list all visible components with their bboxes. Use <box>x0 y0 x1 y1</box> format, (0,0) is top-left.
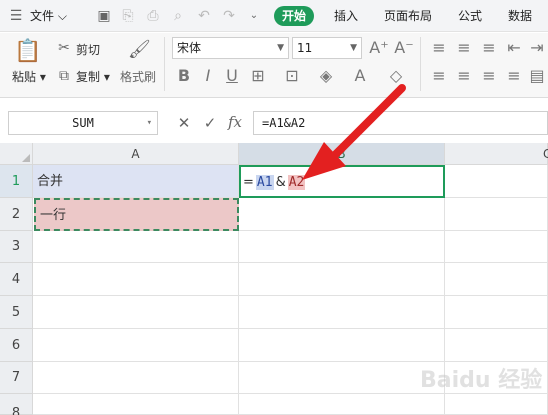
row-header-7[interactable]: 7 <box>0 362 33 394</box>
font-name-value: 宋体 <box>177 41 202 55</box>
cell-b3[interactable] <box>239 231 445 263</box>
ribbon: 📋 粘贴 ▾ ✂ 剪切 ⧉ 复制 ▾ 🖌 格式刷 宋体 ▼ 11 ▼ A⁺ A⁻ B… <box>0 33 548 98</box>
row-header-4[interactable]: 4 <box>0 263 33 296</box>
row-header-5[interactable]: 5 <box>0 296 33 329</box>
cell-c4[interactable] <box>445 263 548 296</box>
bold-icon[interactable]: B <box>174 66 194 86</box>
font-size-select[interactable]: 11 ▼ <box>292 37 362 59</box>
divider <box>164 37 165 91</box>
row-header-6[interactable]: 6 <box>0 329 33 362</box>
select-all-corner[interactable] <box>0 143 33 165</box>
decrease-font-icon[interactable]: A⁻ <box>394 38 414 58</box>
formula-ref-a1: A1 <box>255 175 274 190</box>
chevron-down-icon[interactable]: ⌄ <box>246 8 262 24</box>
cell-b2[interactable] <box>239 198 445 231</box>
cell-b6[interactable] <box>239 329 445 362</box>
column-header-a[interactable]: A <box>33 143 239 165</box>
align-right-icon[interactable]: ≡ <box>479 66 499 86</box>
cell-a8[interactable] <box>33 394 239 415</box>
cell-a5[interactable] <box>33 296 239 329</box>
paste-icon[interactable]: 📋 <box>14 39 41 65</box>
cell-c3[interactable] <box>445 231 548 263</box>
cell-a2[interactable]: 一行 <box>34 198 239 231</box>
justify-icon[interactable]: ≡ <box>504 66 524 86</box>
cancel-icon[interactable]: ✕ <box>176 115 192 131</box>
print-icon[interactable]: ⎙ <box>145 8 161 24</box>
formula-ampersand: & <box>275 175 286 190</box>
row-header-8[interactable]: 8 <box>0 394 33 415</box>
align-left-icon[interactable]: ≡ <box>429 66 449 86</box>
annotation-arrow-icon <box>302 84 406 180</box>
font-name-select[interactable]: 宋体 ▼ <box>172 37 289 59</box>
tab-data[interactable]: 数据 <box>508 6 532 26</box>
watermark: Baidu 经验 <box>420 368 543 393</box>
chevron-down-icon: ▾ <box>146 118 152 128</box>
cell-b7[interactable] <box>239 362 445 394</box>
cell-a1[interactable]: 合并 <box>33 165 239 198</box>
align-bottom-icon[interactable]: ≡ <box>479 38 499 58</box>
cell-c5[interactable] <box>445 296 548 329</box>
format-painter-icon: 🖌 <box>128 39 151 60</box>
cell-c6[interactable] <box>445 329 548 362</box>
row-header-2[interactable]: 2 <box>0 198 33 231</box>
cell-b5[interactable] <box>239 296 445 329</box>
confirm-icon[interactable]: ✓ <box>202 115 218 131</box>
indent-decrease-icon[interactable]: ⇤ <box>504 38 524 58</box>
name-box-value: SUM <box>72 116 94 130</box>
tab-formulas[interactable]: 公式 <box>458 6 482 26</box>
redo-icon[interactable]: ↷ <box>221 8 237 24</box>
formula-equals: = <box>243 175 254 190</box>
chevron-down-icon: ▼ <box>350 43 357 53</box>
indent-increase-icon[interactable]: ⇥ <box>527 38 547 58</box>
divider <box>420 37 421 91</box>
borders-icon[interactable]: ⊞ <box>248 66 268 86</box>
cell-a6[interactable] <box>33 329 239 362</box>
undo-icon[interactable]: ↶ <box>196 8 212 24</box>
copy-button[interactable]: 复制 ▾ <box>76 68 110 85</box>
cell-c1[interactable] <box>445 165 548 198</box>
align-center-icon[interactable]: ≡ <box>454 66 474 86</box>
print-preview-icon[interactable]: ⌕ <box>170 8 186 24</box>
row-header-1[interactable]: 1 <box>0 165 33 198</box>
underline-icon[interactable]: U <box>222 66 242 86</box>
chevron-down-icon: ▼ <box>277 43 284 53</box>
tab-insert[interactable]: 插入 <box>334 6 358 26</box>
cell-a3[interactable] <box>33 231 239 263</box>
cell-b4[interactable] <box>239 263 445 296</box>
menu-icon[interactable]: ☰ <box>8 8 24 24</box>
save-icon[interactable]: ▣ <box>96 8 112 24</box>
file-menu[interactable]: 文件 ⌵ <box>30 6 67 26</box>
cut-button[interactable]: 剪切 <box>76 41 100 58</box>
align-top-icon[interactable]: ≡ <box>429 38 449 58</box>
export-icon[interactable]: ⎘ <box>120 8 136 24</box>
scissors-icon: ✂ <box>58 40 70 56</box>
menu-bar: ☰ 文件 ⌵ ▣ ⎘ ⎙ ⌕ ↶ ↷ ⌄ 开始 插入 页面布局 公式 数据 <box>0 0 548 32</box>
align-middle-icon[interactable]: ≡ <box>454 38 474 58</box>
cell-c2[interactable] <box>445 198 548 231</box>
paste-button[interactable]: 粘贴 ▾ <box>12 68 46 85</box>
cell-a7[interactable] <box>33 362 239 394</box>
font-size-value: 11 <box>297 41 313 55</box>
tab-home[interactable]: 开始 <box>274 6 315 26</box>
distribute-icon[interactable]: ▤ <box>527 66 547 86</box>
format-painter-button[interactable]: 格式刷 <box>120 68 156 85</box>
row-header-3[interactable]: 3 <box>0 231 33 263</box>
column-header-c[interactable]: C <box>445 143 548 165</box>
insert-function-icon[interactable]: fx <box>228 113 242 131</box>
corner-triangle-icon <box>22 154 30 162</box>
tab-page-layout[interactable]: 页面布局 <box>384 6 432 26</box>
italic-icon[interactable]: I <box>198 66 218 86</box>
name-box[interactable]: SUM ▾ <box>8 111 158 135</box>
column-header-c-label: C <box>543 147 548 161</box>
increase-font-icon[interactable]: A⁺ <box>369 38 389 58</box>
cell-c8[interactable] <box>445 394 548 415</box>
cell-a4[interactable] <box>33 263 239 296</box>
copy-icon: ⧉ <box>59 68 69 84</box>
cell-b8[interactable] <box>239 394 445 415</box>
